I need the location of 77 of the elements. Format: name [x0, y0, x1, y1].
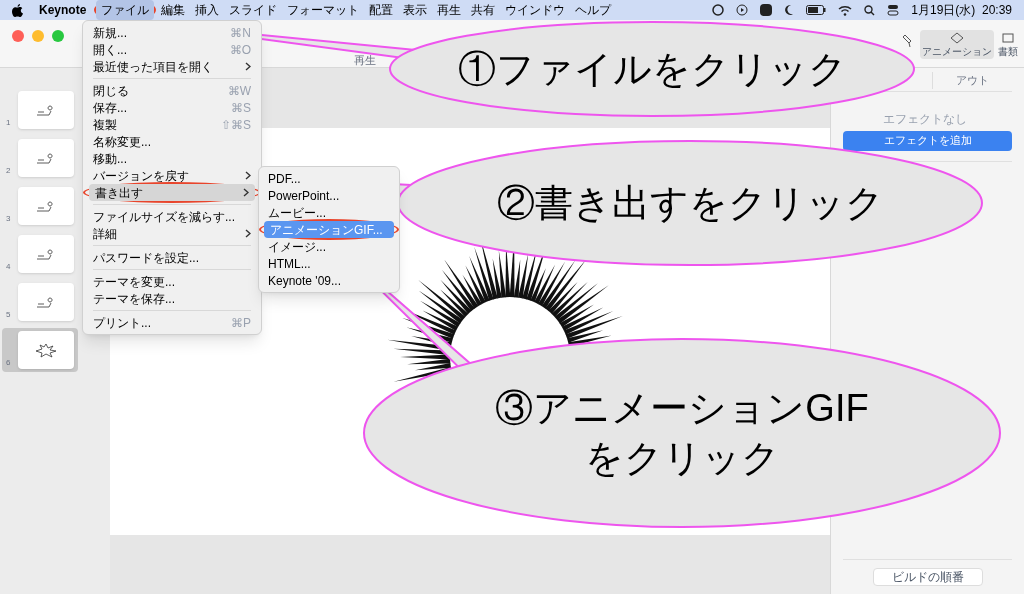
slide-number: 5 [6, 309, 12, 321]
menu-item[interactable]: テーマを変更... [87, 273, 257, 290]
callout-text: をクリック [584, 436, 780, 481]
menu-bar-item[interactable]: ファイル [96, 0, 155, 20]
menu-item[interactable]: プリント... ⌘P [87, 314, 257, 331]
inspector-tab[interactable]: アニメーション [920, 30, 994, 59]
wifi-icon[interactable] [838, 4, 853, 16]
submenu-item[interactable]: PDF... [262, 170, 396, 187]
close-button[interactable] [12, 30, 24, 42]
shortcut-label: ⌘P [231, 314, 251, 332]
menu-bar-item[interactable]: フォーマット [282, 0, 365, 20]
menu-bar-item[interactable]: スライド [224, 0, 283, 20]
menu-bar-item[interactable]: ヘルプ [570, 0, 617, 20]
sketch-icon [34, 342, 58, 358]
callout-text: ③アニメーションGIF [495, 386, 869, 431]
shortcut-label: ⌘W [227, 82, 251, 100]
control-center-icon[interactable] [887, 4, 900, 16]
menu-bar-item[interactable]: 共有 [466, 0, 501, 20]
callout-text: ①ファイルをクリック [457, 47, 847, 92]
status-icon[interactable] [712, 4, 725, 16]
submenu-item[interactable]: ムービー... [262, 204, 396, 221]
submenu-item[interactable]: Keynote '09... [262, 272, 396, 289]
diamond-icon [949, 32, 965, 44]
menu-bar-clock: 1月19日(水) 20:39 [911, 2, 1012, 19]
battery-icon[interactable] [806, 5, 827, 15]
submenu-item[interactable]: イメージ... [262, 238, 396, 255]
callout-text: ②書き出すをクリック [496, 181, 884, 226]
menu-item[interactable]: 詳細 [87, 225, 257, 242]
moon-icon[interactable] [784, 4, 795, 16]
submenu-item[interactable]: HTML... [262, 255, 396, 272]
slide-number: 4 [6, 261, 12, 273]
menu-item[interactable]: バージョンを戻す [87, 167, 257, 184]
menu-item[interactable]: 名称変更... [87, 133, 257, 150]
slide-number: 2 [6, 165, 12, 177]
slide-number: 6 [6, 357, 12, 369]
menu-item[interactable]: 閉じる ⌘W [87, 82, 257, 99]
slide-number: 3 [6, 213, 12, 225]
slide-thumbnail[interactable]: 5 [2, 280, 78, 324]
menu-bar-item[interactable]: 挿入 [190, 0, 225, 20]
menu-bar-item[interactable]: 再生 [432, 0, 467, 20]
menu-bar-item[interactable]: 配置 [364, 0, 399, 20]
add-effect-button[interactable]: エフェクトを追加 [843, 130, 1012, 151]
segment-tab[interactable]: アウト [932, 72, 1012, 89]
toolbar-label[interactable]: 再生 [354, 52, 376, 69]
menu-item[interactable]: ファイルサイズを減らす... [87, 208, 257, 225]
document-icon [1000, 32, 1016, 44]
slide-number: 1 [6, 117, 12, 129]
paintbrush-icon[interactable] [902, 34, 914, 48]
menu-item[interactable]: 開く... ⌘O [87, 41, 257, 58]
empty-label: エフェクトなし [883, 110, 968, 128]
slide-thumbnail[interactable]: 4 [2, 232, 78, 276]
build-order-button[interactable]: ビルドの順番 [872, 568, 983, 586]
shortcut-label: ⌘S [231, 99, 251, 117]
menu-item[interactable]: 新規... ⌘N [87, 24, 257, 41]
menu-item[interactable]: テーマを保存... [87, 290, 257, 307]
menu-item[interactable]: 書き出す [89, 184, 255, 201]
shortcut-label: ⌘O [229, 41, 251, 59]
apple-icon[interactable] [12, 3, 23, 17]
menu-item[interactable]: 最近使った項目を開く [87, 58, 257, 75]
slide-thumbnail[interactable]: 3 [2, 184, 78, 228]
submenu-item[interactable]: PowerPoint... [262, 187, 396, 204]
menu-item[interactable]: パスワードを設定... [87, 249, 257, 266]
slide-thumbnail[interactable]: 1 [2, 88, 78, 132]
menu-item[interactable]: 移動... [87, 150, 257, 167]
inspector-tab[interactable]: 書類 [996, 30, 1020, 59]
play-icon[interactable] [736, 4, 749, 16]
slide-thumbnail[interactable]: 2 [2, 136, 78, 180]
shortcut-label: ⇧⌘S [221, 116, 251, 134]
menu-item[interactable]: 複製 ⇧⌘S [87, 116, 257, 133]
search-icon[interactable] [864, 4, 876, 16]
menu-item[interactable]: 保存... ⌘S [87, 99, 257, 116]
input-method-icon[interactable] [760, 4, 773, 16]
shortcut-label: ⌘N [230, 24, 251, 42]
menu-bar-item[interactable]: ウインドウ [500, 0, 571, 20]
menu-bar-item[interactable]: 編集 [156, 0, 191, 20]
app-name[interactable]: Keynote [39, 1, 87, 19]
menu-bar-item[interactable]: 表示 [398, 0, 433, 20]
